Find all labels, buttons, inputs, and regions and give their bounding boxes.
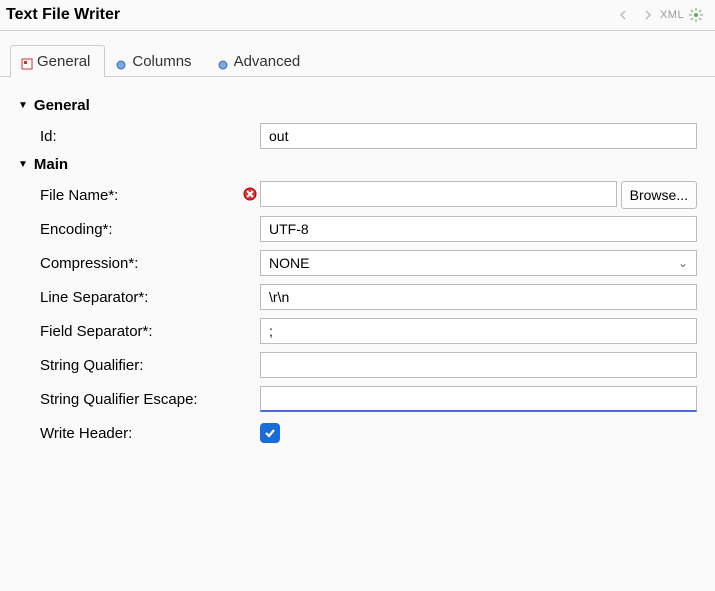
write-header-checkbox[interactable] [260,423,280,443]
bullet-icon [116,57,126,67]
row-string-qualifier-escape: String Qualifier Escape: [18,385,697,413]
launch-icon[interactable] [687,7,705,23]
forward-icon[interactable] [639,7,657,23]
label-field-separator: Field Separator*: [40,323,240,340]
label-file-name: File Name*: [40,187,240,204]
string-qualifier-input[interactable] [260,352,697,378]
tab-label: Columns [132,53,191,70]
bullet-icon [218,57,228,67]
label-string-qualifier: String Qualifier: [40,357,240,374]
row-id: Id: [18,122,697,150]
title-actions: XML [615,7,705,23]
label-compression: Compression*: [40,255,240,272]
id-input[interactable] [260,123,697,149]
panel: ▼ General Id: ▼ Main File Name*: Browse. [0,77,715,467]
error-icon [243,187,257,204]
field-separator-input[interactable] [260,318,697,344]
section-header-general[interactable]: ▼ General [18,97,697,114]
row-file-name: File Name*: Browse... [18,181,697,209]
row-compression: Compression*: NONE ⌄ [18,249,697,277]
chevron-down-icon: ▼ [18,160,28,170]
row-string-qualifier: String Qualifier: [18,351,697,379]
label-id: Id: [40,128,240,145]
chevron-down-icon: ⌄ [678,256,688,270]
tab-columns[interactable]: Columns [105,45,206,77]
section-title: General [34,97,90,114]
xml-button[interactable]: XML [663,7,681,23]
line-separator-input[interactable] [260,284,697,310]
label-line-separator: Line Separator*: [40,289,240,306]
tab-label: General [37,53,90,70]
row-write-header: Write Header: [18,419,697,447]
compression-select[interactable]: NONE ⌄ [260,250,697,276]
back-icon[interactable] [615,7,633,23]
tab-general[interactable]: General [10,45,105,77]
tab-advanced[interactable]: Advanced [207,45,316,77]
section-header-main[interactable]: ▼ Main [18,156,697,173]
tab-label: Advanced [234,53,301,70]
section-title: Main [34,156,68,173]
row-line-separator: Line Separator*: [18,283,697,311]
chevron-down-icon: ▼ [18,101,28,111]
tab-bar: General Columns Advanced [0,31,715,77]
row-encoding: Encoding*: [18,215,697,243]
string-qualifier-escape-input[interactable] [260,386,697,412]
page-title: Text File Writer [6,6,120,24]
label-encoding: Encoding*: [40,221,240,238]
select-value: NONE [269,255,309,271]
label-write-header: Write Header: [40,425,240,442]
file-name-input[interactable] [260,181,617,207]
encoding-input[interactable] [260,216,697,242]
row-field-separator: Field Separator*: [18,317,697,345]
tab-general-icon [21,57,31,67]
label-string-qualifier-escape: String Qualifier Escape: [40,391,240,408]
browse-button[interactable]: Browse... [621,181,697,209]
